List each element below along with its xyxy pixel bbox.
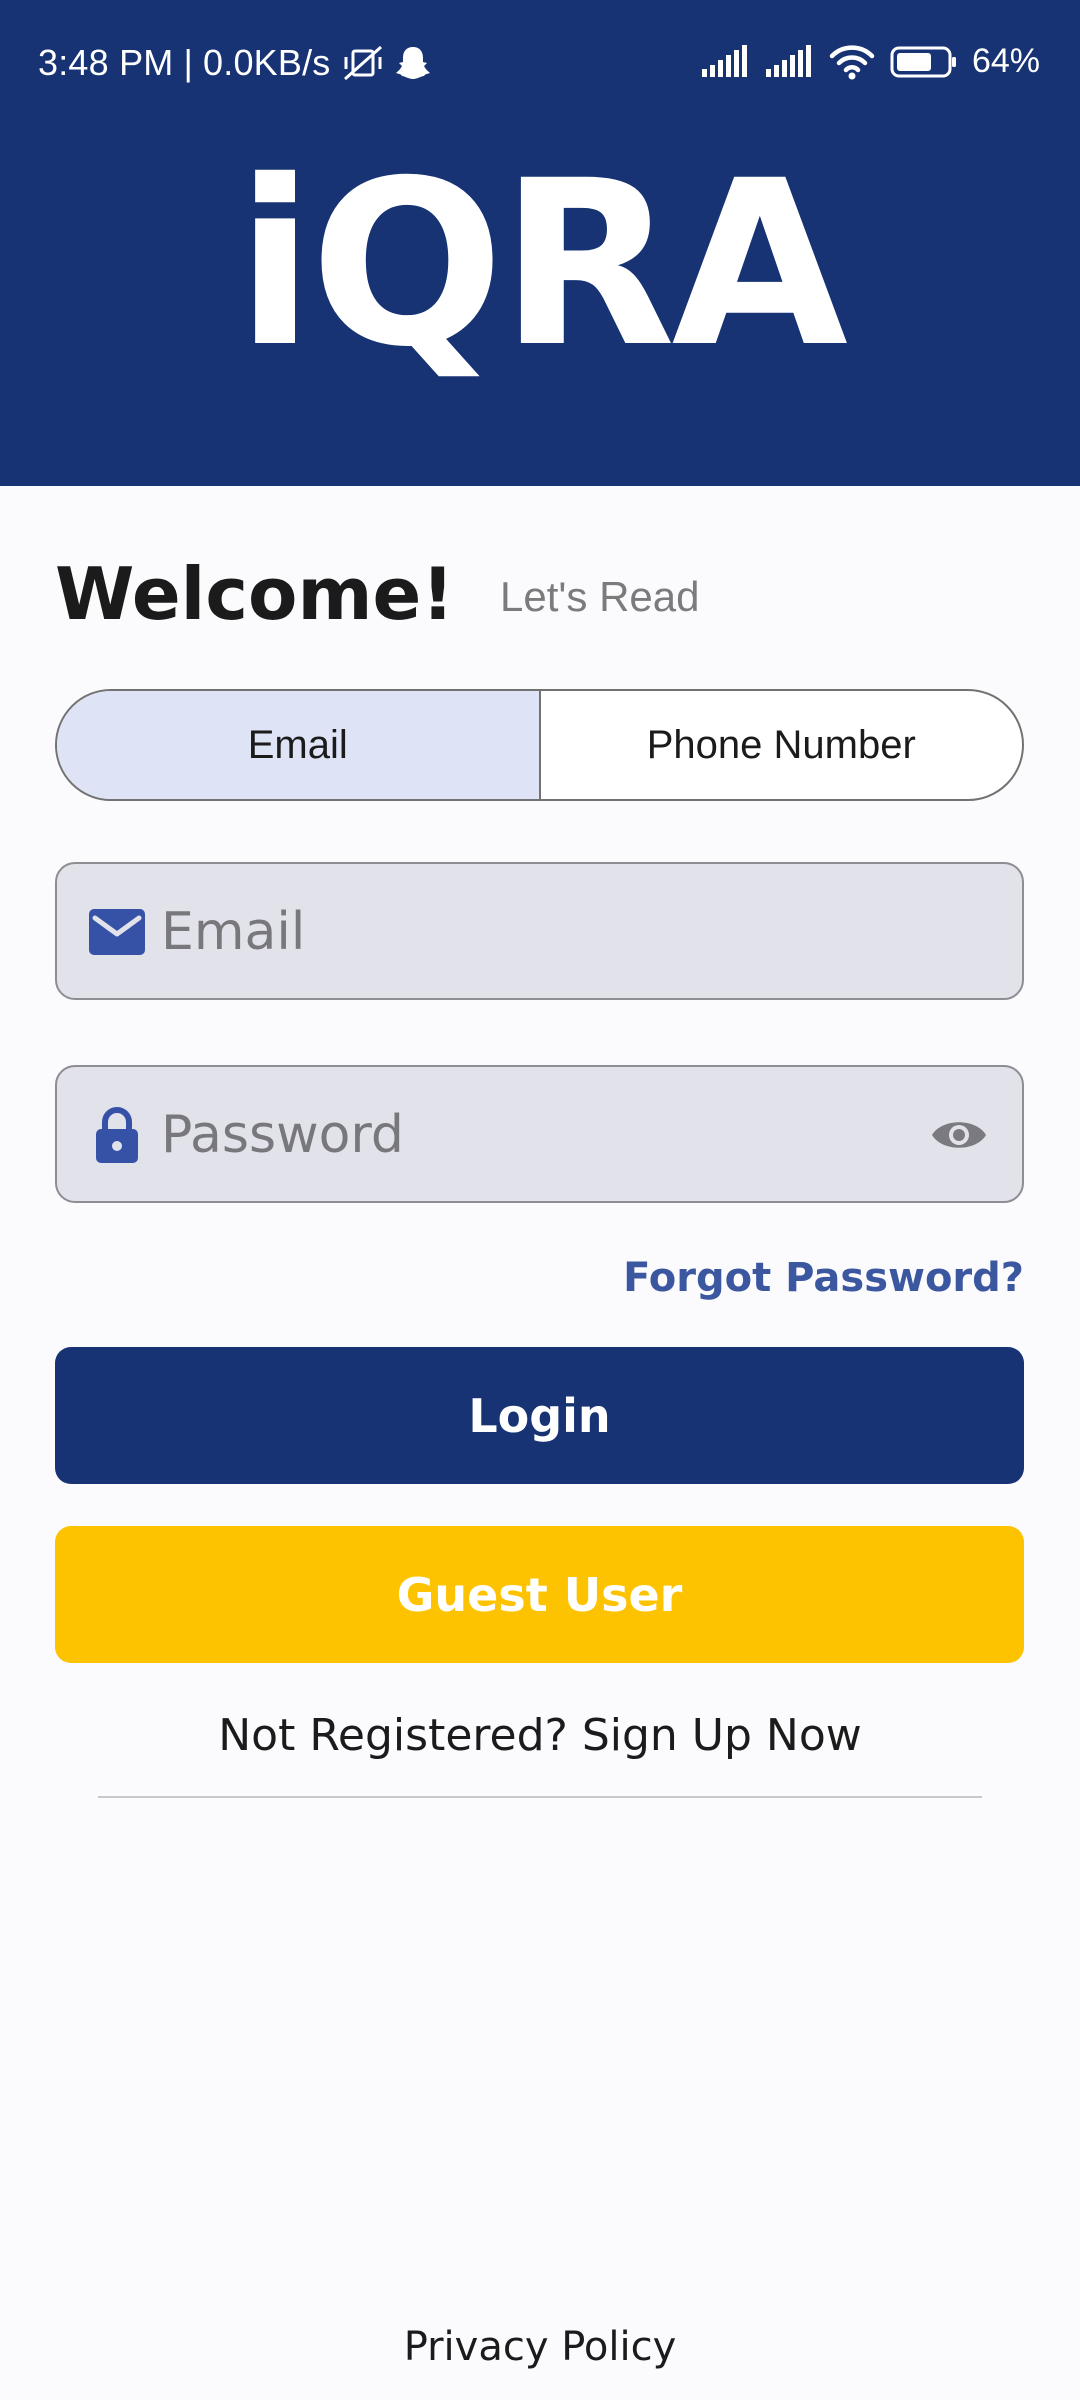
lock-icon bbox=[89, 1107, 145, 1163]
vibrate-mute-icon bbox=[341, 43, 385, 83]
email-field[interactable] bbox=[55, 862, 1024, 1000]
wifi-icon bbox=[828, 43, 876, 81]
login-button[interactable]: Login bbox=[55, 1347, 1024, 1484]
password-input[interactable] bbox=[161, 1087, 941, 1183]
snapchat-ghost-icon bbox=[395, 44, 431, 82]
welcome-subtitle: Let's Read bbox=[500, 573, 700, 620]
divider bbox=[98, 1796, 982, 1798]
battery-level: 64% bbox=[971, 42, 1040, 80]
signup-link[interactable]: Not Registered? Sign Up Now bbox=[0, 1710, 1080, 1761]
password-field[interactable] bbox=[55, 1065, 1024, 1203]
status-time: 3:48 PM bbox=[38, 42, 174, 83]
battery-icon bbox=[890, 45, 958, 79]
toggle-email-option[interactable]: Email bbox=[57, 691, 541, 799]
welcome-title: Welcome! bbox=[55, 552, 455, 636]
login-method-toggle: Email Phone Number bbox=[55, 689, 1024, 801]
privacy-policy-link[interactable]: Privacy Policy bbox=[0, 2324, 1080, 2370]
app-logo: iQRA bbox=[236, 131, 848, 397]
eye-icon[interactable] bbox=[930, 1109, 988, 1161]
status-network-speed: 0.0KB/s bbox=[203, 42, 331, 83]
envelope-icon bbox=[89, 904, 145, 960]
email-input[interactable] bbox=[161, 884, 941, 980]
status-bar: 3:48 PM | 0.0KB/s 64% bbox=[0, 0, 1080, 130]
toggle-phone-option[interactable]: Phone Number bbox=[541, 691, 1023, 799]
status-separator: | bbox=[183, 42, 194, 83]
signal-icon bbox=[764, 44, 814, 79]
forgot-password-link[interactable]: Forgot Password? bbox=[623, 1255, 1024, 1301]
guest-user-button[interactable]: Guest User bbox=[55, 1526, 1024, 1663]
signal-icon bbox=[700, 44, 750, 79]
status-right: 64% bbox=[700, 42, 1040, 81]
app-header: 3:48 PM | 0.0KB/s 64% iQRA bbox=[0, 0, 1080, 486]
status-left: 3:48 PM | 0.0KB/s bbox=[38, 42, 431, 84]
